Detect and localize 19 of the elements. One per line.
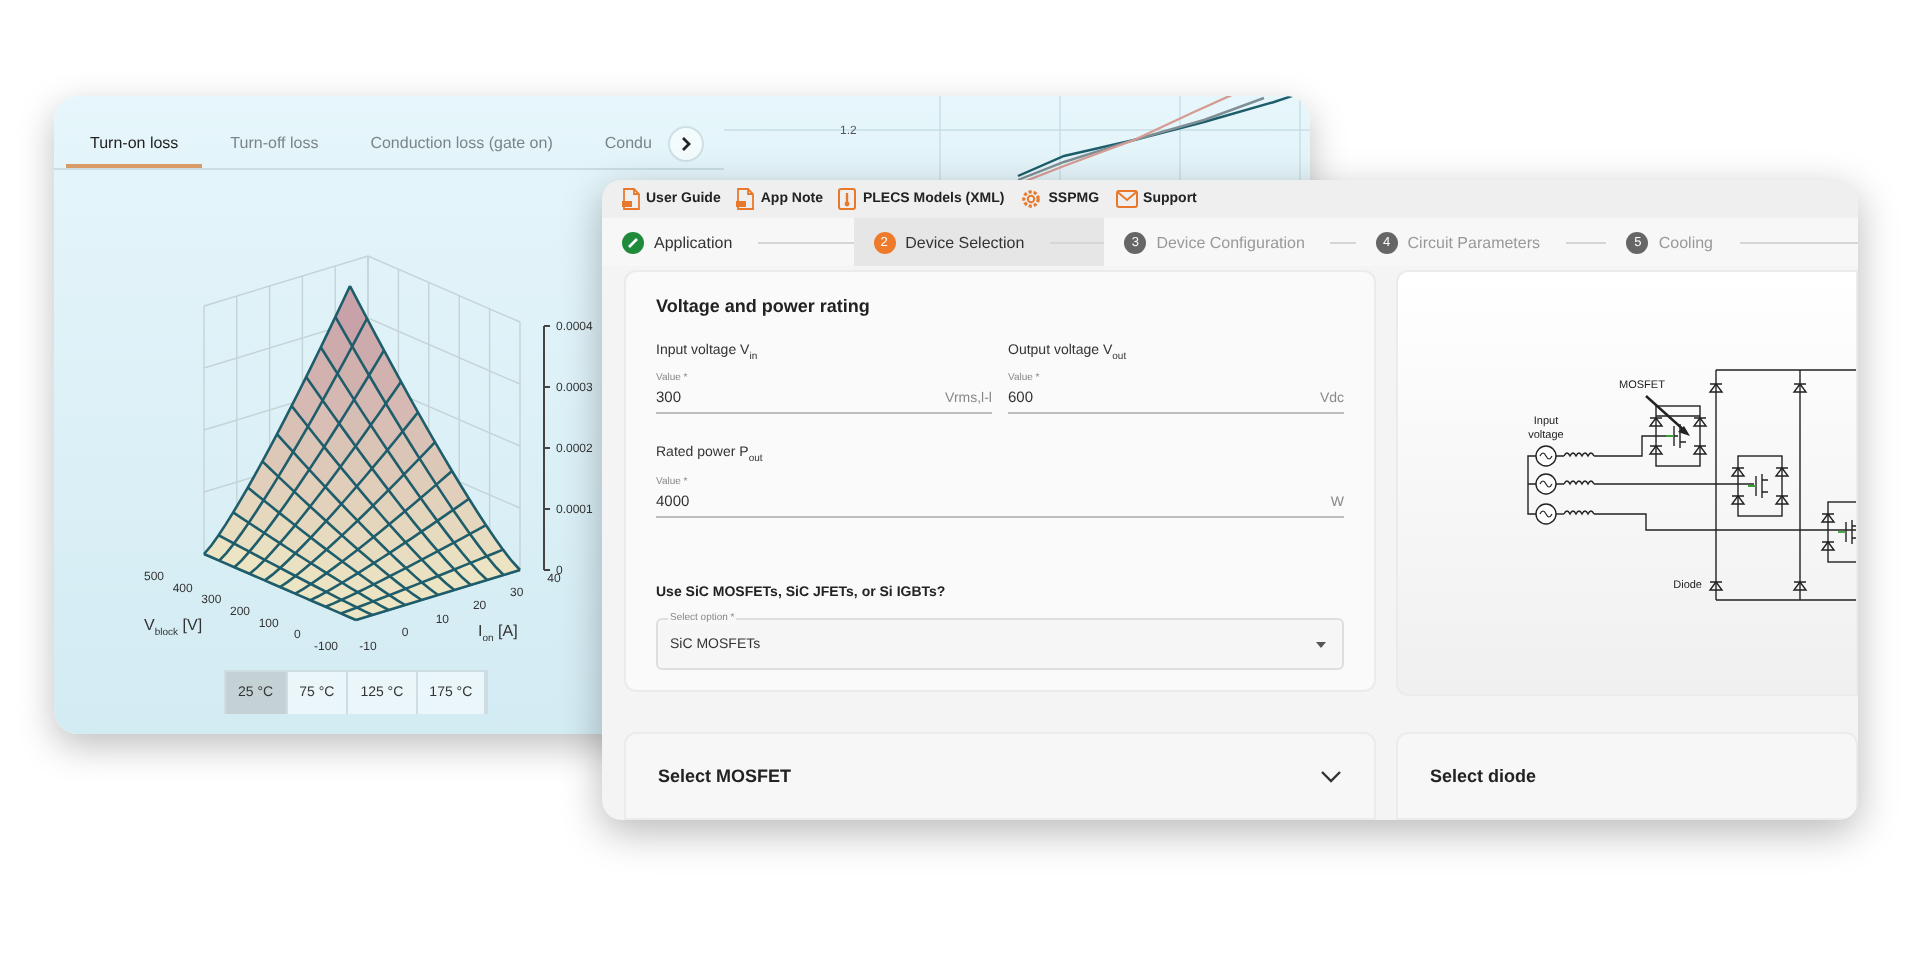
- card-title: Voltage and power rating: [656, 296, 872, 316]
- plot-tab[interactable]: Turn-on loss: [66, 134, 203, 168]
- envelope-icon: [1115, 190, 1138, 209]
- plot-tab[interactable]: Condu: [580, 134, 656, 168]
- dropdown-caret-icon: [1316, 641, 1326, 647]
- axis-label: I$_{on}$ [A]: [478, 622, 518, 646]
- tab-scroll-button[interactable]: [667, 126, 704, 162]
- chevron-right-icon: [679, 136, 692, 152]
- chevron-down-icon: [1320, 769, 1342, 783]
- axis-label: V$_{block}$ [V]: [144, 616, 203, 640]
- step-tab[interactable]: Application: [602, 218, 854, 266]
- leader-arrow: [1645, 395, 1690, 436]
- section-header[interactable]: Select MOSFET: [624, 732, 1376, 820]
- section-header[interactable]: Select diode: [1396, 732, 1858, 820]
- pdf-file-icon: [736, 188, 755, 211]
- thermometer-document-icon: [838, 188, 857, 211]
- plot-tab[interactable]: Turn-off loss: [206, 134, 343, 168]
- gear-icon: [1020, 188, 1043, 211]
- pdf-file-icon: [622, 188, 640, 211]
